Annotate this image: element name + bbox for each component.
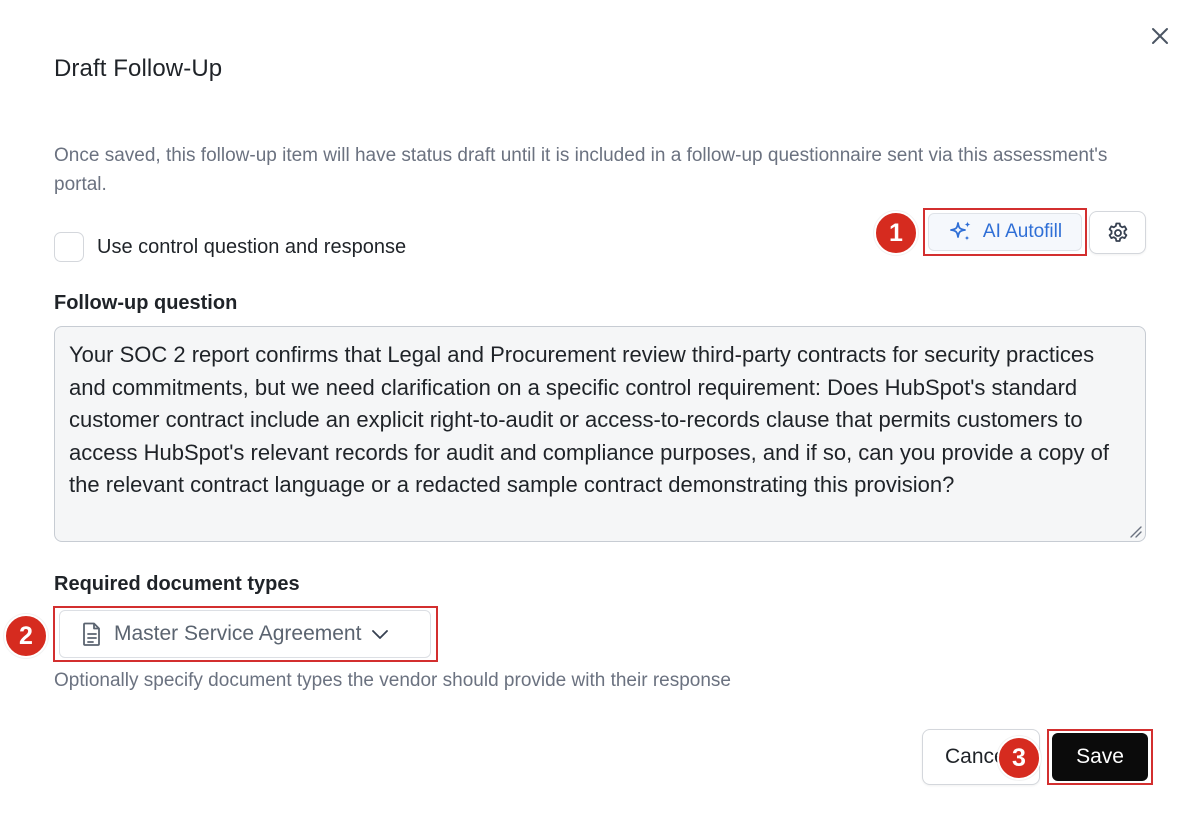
control-question-checkbox-row[interactable]: Use control question and response — [54, 232, 406, 262]
draft-follow-up-dialog: Draft Follow-Up Once saved, this follow-… — [0, 0, 1202, 838]
ai-autofill-button[interactable]: AI Autofill — [928, 213, 1082, 251]
control-question-checkbox[interactable] — [54, 232, 84, 262]
resize-handle-icon[interactable] — [1128, 524, 1142, 538]
chevron-down-icon — [372, 630, 389, 639]
follow-up-question-textarea[interactable]: Your SOC 2 report confirms that Legal an… — [54, 326, 1146, 542]
close-icon — [1152, 28, 1168, 44]
annotation-marker-2: 2 — [4, 614, 48, 658]
follow-up-question-label: Follow-up question — [54, 292, 238, 314]
dialog-description: Once saved, this follow-up item will hav… — [54, 145, 1108, 195]
sparkles-icon — [949, 221, 971, 241]
autofill-settings-button[interactable] — [1089, 211, 1146, 254]
close-button[interactable] — [1148, 24, 1172, 48]
required-document-types-label: Required document types — [54, 573, 300, 595]
document-type-select[interactable]: Master Service Agreement — [59, 610, 431, 658]
document-type-selected-value: Master Service Agreement — [114, 622, 362, 645]
ai-autofill-highlight: AI Autofill — [923, 208, 1087, 256]
gear-icon — [1108, 222, 1127, 242]
annotation-marker-3: 3 — [997, 736, 1041, 780]
document-types-hint: Optionally specify document types the ve… — [54, 670, 731, 691]
save-button[interactable]: Save — [1052, 733, 1148, 781]
save-button-label: Save — [1076, 745, 1124, 768]
annotation-marker-1: 1 — [874, 211, 918, 255]
control-question-checkbox-label[interactable]: Use control question and response — [97, 236, 406, 259]
dialog-title: Draft Follow-Up — [54, 55, 223, 82]
document-icon — [83, 622, 100, 646]
save-highlight: Save — [1047, 729, 1153, 785]
document-type-highlight: Master Service Agreement — [53, 606, 438, 662]
ai-autofill-label: AI Autofill — [982, 221, 1063, 242]
